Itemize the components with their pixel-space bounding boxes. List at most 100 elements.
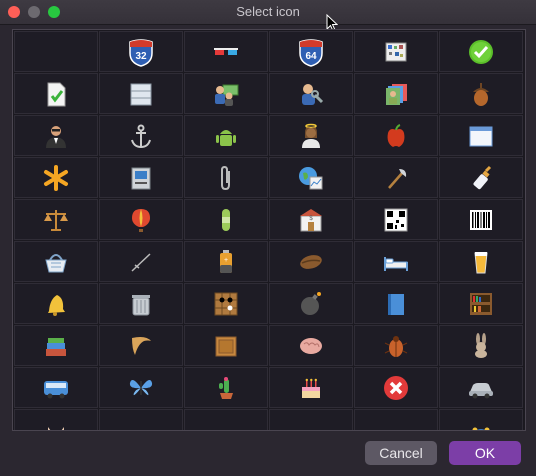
angel-woman-icon [302,123,320,148]
icon-cell[interactable] [14,283,98,324]
icon-cell[interactable] [439,283,523,324]
icon-cell[interactable] [14,367,98,408]
icon-cell[interactable] [439,31,523,72]
icon-cell[interactable] [14,31,98,72]
icon-cell[interactable] [354,115,438,156]
icon-cell[interactable] [14,409,98,430]
paperclip-icon [221,165,230,190]
icon-cell[interactable] [269,367,353,408]
icon-cell[interactable] [354,283,438,324]
icon-cell[interactable] [184,157,268,198]
icon-cell[interactable] [439,409,523,430]
icon-cell[interactable] [14,73,98,114]
icon-cell[interactable] [439,73,523,114]
qr-mosaic-icon [385,42,407,61]
book-blue-icon [388,293,404,315]
icon-cell[interactable] [439,115,523,156]
icon-cell[interactable] [354,367,438,408]
icon-cell[interactable] [14,157,98,198]
globe-graph-icon [299,166,323,189]
icon-cell[interactable] [99,157,183,198]
icon-cell[interactable] [99,241,183,282]
beer-glass-icon [474,251,488,273]
icon-cell[interactable] [439,157,523,198]
icon-cell[interactable] [269,409,353,430]
window-blank-icon [469,126,493,146]
apple-icon [387,123,405,147]
icon-cell[interactable] [439,367,523,408]
icon-cell[interactable] [99,367,183,408]
icon-cell[interactable] [99,115,183,156]
money-people-icon [215,84,239,106]
svg-text:+: + [224,257,228,264]
icon-cell[interactable] [269,283,353,324]
icon-cell[interactable] [184,199,268,240]
ok-button[interactable]: OK [449,441,521,465]
qr-code-icon [384,208,408,231]
icon-cell[interactable] [354,241,438,282]
icon-cell[interactable] [354,31,438,72]
icon-cell[interactable]: 32 [99,31,183,72]
anchor-icon [131,124,151,148]
icon-cell[interactable] [184,409,268,432]
cactus-icon [219,376,233,399]
title-bar: Select icon [0,0,536,25]
balance-scale-icon [44,209,68,231]
cat-icon [48,426,64,430]
admin-wrench-icon [302,83,324,105]
icon-cell[interactable] [14,325,98,366]
basket-icon [45,253,67,272]
icon-cell[interactable] [439,325,523,366]
icon-cell[interactable] [269,325,353,366]
boomerang-icon [132,336,151,355]
icon-cell[interactable] [184,115,268,156]
icon-cell[interactable]: + [184,241,268,282]
icon-cell[interactable] [99,73,183,114]
icon-cell[interactable] [184,31,268,72]
icon-cell[interactable] [269,115,353,156]
icon-cell[interactable] [99,283,183,324]
chart-pie-icon [381,415,411,432]
bed-icon [384,256,408,271]
icon-cell[interactable] [439,199,523,240]
icon-cell[interactable]: $ [269,199,353,240]
caution-icon: ! [126,415,156,432]
icon-grid-scroll-area[interactable]: 32 64 $ +! [12,29,526,431]
bin-icon [132,294,150,315]
icon-cell[interactable] [14,115,98,156]
acorn-icon [473,82,489,106]
icon-cell[interactable] [184,283,268,324]
chef-icon [211,415,241,432]
icon-cell[interactable] [14,199,98,240]
icon-cell[interactable] [269,73,353,114]
board-game-icon [214,292,238,315]
agent-person-icon [46,125,66,148]
icon-cell[interactable] [354,409,438,432]
icon-cell[interactable] [14,241,98,282]
icon-cell[interactable] [99,199,183,240]
icon-cell[interactable] [184,325,268,366]
svg-text:64: 64 [305,51,317,62]
icon-grid: 32 64 $ +! [13,30,525,432]
svg-text:32: 32 [135,51,147,62]
icon-cell[interactable] [269,157,353,198]
drawer-stack-icon [130,83,152,105]
icon-cell[interactable] [354,157,438,198]
icon-cell[interactable]: 64 [269,31,353,72]
icon-cell[interactable] [184,367,268,408]
icon-cell[interactable] [439,241,523,282]
icon-cell[interactable] [184,73,268,114]
cancel-button[interactable]: Cancel [365,441,437,465]
icon-cell[interactable] [269,241,353,282]
atm-machine-icon [131,167,151,189]
document-check-icon [47,82,66,106]
bus-icon [44,380,68,398]
bomb-icon [301,291,321,315]
icon-cell[interactable] [354,73,438,114]
car-icon [469,382,493,398]
icon-cell[interactable]: ! [99,409,183,432]
icon-cell[interactable] [99,325,183,366]
icon-cell[interactable] [354,199,438,240]
icon-cell[interactable] [354,325,438,366]
3d-glasses-icon [214,47,238,55]
